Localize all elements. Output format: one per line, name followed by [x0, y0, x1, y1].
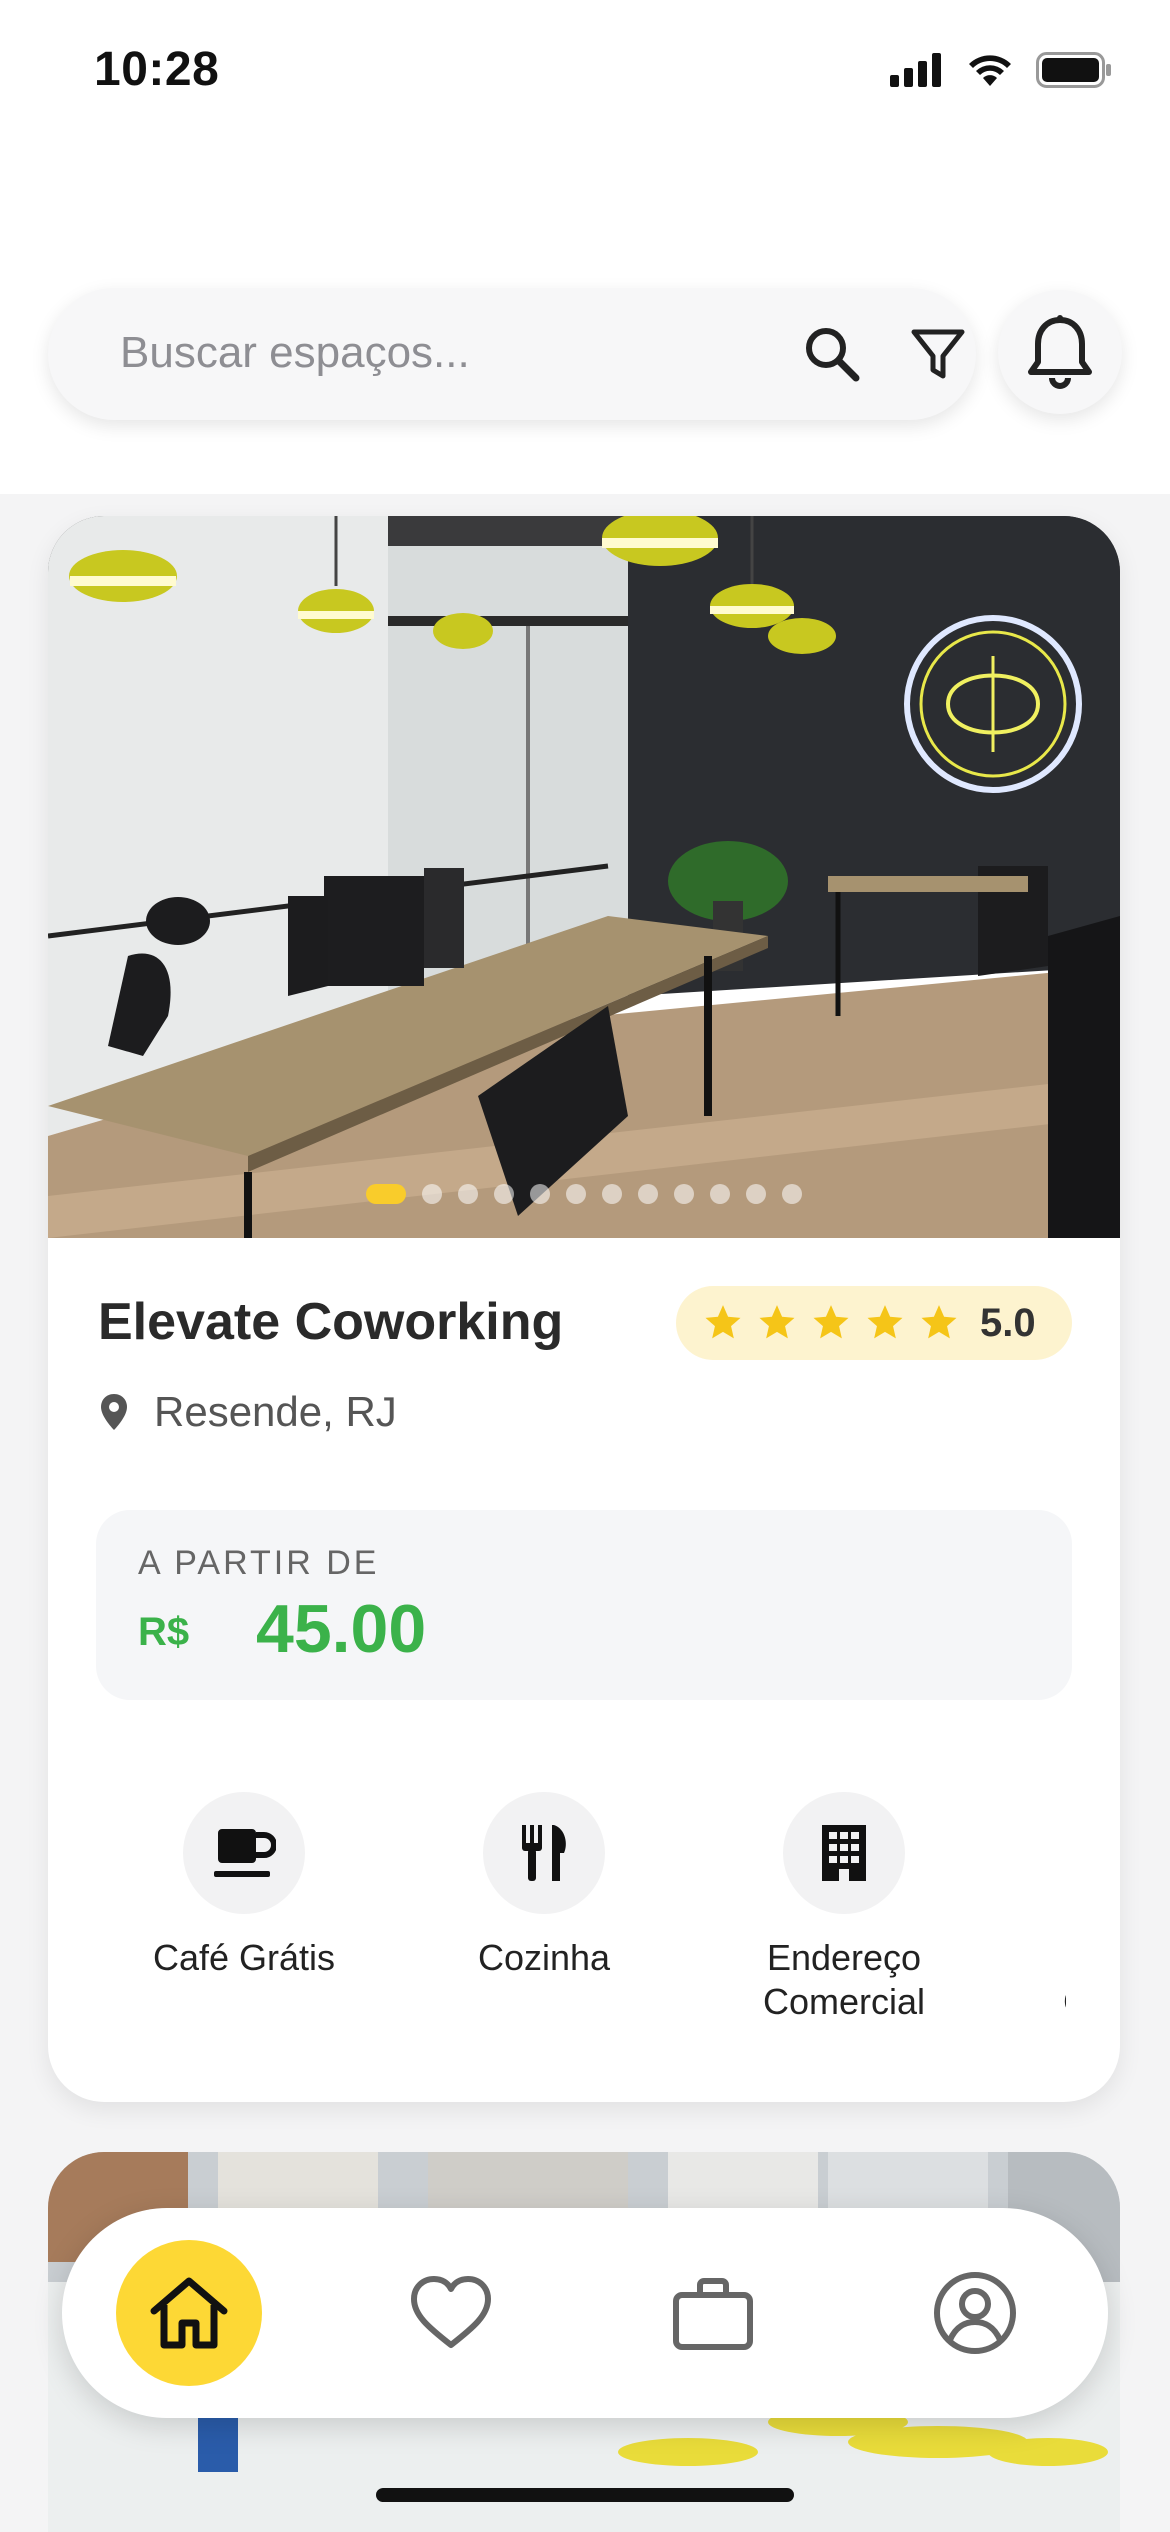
amenity-item[interactable]: Café Grátis — [114, 1792, 374, 1980]
nav-favorites[interactable] — [378, 2240, 524, 2386]
carousel-dot[interactable] — [494, 1184, 514, 1204]
star-icon — [705, 1305, 741, 1339]
amenity-label: Café Grátis — [152, 1937, 336, 1978]
amenity-item[interactable]: Endereço Comercial — [1014, 1792, 1066, 2024]
wifi-icon — [969, 55, 1011, 86]
heart-icon — [411, 2276, 491, 2348]
nav-bookings[interactable] — [640, 2240, 786, 2386]
coffee-cup-icon — [214, 1829, 276, 1877]
carousel-dot[interactable] — [674, 1184, 694, 1204]
carousel-dot[interactable] — [366, 1184, 406, 1204]
rating-badge: 5.0 — [676, 1286, 1072, 1360]
carousel-dot[interactable] — [458, 1184, 478, 1204]
price-currency: R$ — [138, 1610, 190, 1654]
nav-home[interactable] — [116, 2240, 262, 2386]
space-photo[interactable] — [48, 516, 1120, 1238]
space-card[interactable]: Elevate Coworking 5.0 Resende, RJ A PART… — [48, 516, 1120, 2102]
carousel-dot[interactable] — [782, 1184, 802, 1204]
carousel-dot[interactable] — [530, 1184, 550, 1204]
carousel-dot[interactable] — [710, 1184, 730, 1204]
location-text: Resende, RJ — [154, 1388, 397, 1435]
amenity-icon-circle — [183, 1792, 305, 1914]
search-input[interactable]: Buscar espaços... — [120, 328, 470, 378]
amenity-item[interactable]: Cozinha — [414, 1792, 674, 1980]
star-icon — [921, 1305, 957, 1339]
price-box: A PARTIR DE R$ 45.00 — [96, 1510, 1072, 1700]
amenity-item[interactable]: Endereço Comercial — [714, 1792, 974, 2024]
price-value: 45.00 — [256, 1591, 427, 1667]
bottom-nav — [62, 2208, 1108, 2418]
status-icons — [890, 52, 1112, 88]
amenity-icon-circle — [483, 1792, 605, 1914]
search-icon[interactable] — [800, 322, 864, 386]
status-time: 10:28 — [94, 43, 220, 96]
user-circle-icon — [934, 2272, 1016, 2354]
carousel-dot[interactable] — [422, 1184, 442, 1204]
fork-knife-icon — [522, 1825, 566, 1881]
carousel-dots[interactable] — [366, 1184, 802, 1204]
amenities-list[interactable]: Café Grátis Cozinha Endereço Comercial — [48, 1792, 1066, 2032]
nav-profile[interactable] — [902, 2240, 1048, 2386]
briefcase-icon — [673, 2278, 753, 2350]
rating-value: 5.0 — [980, 1300, 1036, 1345]
price-label: A PARTIR DE — [138, 1544, 380, 1582]
location: Resende, RJ — [98, 1388, 397, 1436]
star-icon — [867, 1305, 903, 1339]
search-bar[interactable]: Buscar espaços... — [48, 288, 976, 420]
carousel-dot[interactable] — [566, 1184, 586, 1204]
amenity-label: Endereço Comercial — [1014, 1936, 1066, 2024]
bell-icon — [1028, 315, 1092, 389]
star-icon — [759, 1305, 795, 1339]
amenity-label: Endereço Comercial — [762, 1937, 926, 2022]
filter-icon[interactable] — [906, 322, 970, 386]
amenity-label: Cozinha — [477, 1937, 611, 1978]
coworking-photo-illustration — [48, 516, 1120, 1238]
map-pin-icon — [101, 1394, 127, 1430]
carousel-dot[interactable] — [638, 1184, 658, 1204]
signal-icon — [890, 53, 941, 87]
carousel-dot[interactable] — [602, 1184, 622, 1204]
carousel-dot[interactable] — [746, 1184, 766, 1204]
space-title: Elevate Coworking — [98, 1293, 564, 1351]
building-icon — [822, 1825, 866, 1881]
notifications-button[interactable] — [998, 290, 1122, 414]
star-icon — [813, 1305, 849, 1339]
battery-icon — [1036, 52, 1111, 88]
amenity-icon-circle — [783, 1792, 905, 1914]
status-bar: 10:28 — [0, 0, 1170, 150]
home-icon — [150, 2277, 228, 2349]
home-indicator[interactable] — [376, 2488, 794, 2502]
